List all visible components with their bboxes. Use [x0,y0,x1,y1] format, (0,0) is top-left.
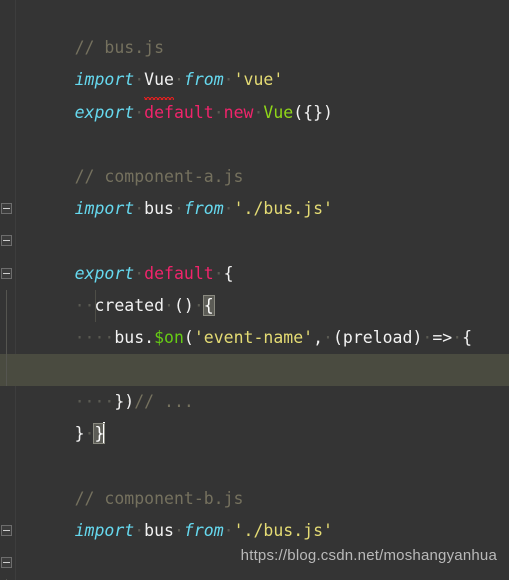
fold-rail [6,354,7,387]
indent-guide [95,289,96,322]
fold-marker-icon[interactable] [1,203,12,215]
fold-marker-icon[interactable] [1,557,12,569]
fold-marker-icon[interactable] [1,235,12,247]
code-line[interactable]: import·bus·from·'./bus.js' [0,483,509,540]
code-line[interactable]: import·bus·from·'./bus.js' [0,161,509,218]
fold-rail [6,289,7,322]
code-line[interactable]: ··created·()·{ [0,225,509,316]
code-line[interactable]: // bus.js [0,0,509,57]
code-line[interactable]: } [0,386,509,443]
code-line[interactable]: // component-a.js [0,129,509,186]
code-line[interactable]: ····bus.$on('event-name',·(preload)·=>·{ [0,258,509,347]
code-content[interactable]: // bus.js import·Vue·from·'vue' export·d… [0,0,509,580]
code-line[interactable]: ······// ... [0,289,509,411]
code-line[interactable]: export·default·new·Vue({}) [0,64,509,122]
watermark-url: https://blog.csdn.net/moshangyanhua [240,546,497,564]
fold-rail [6,321,7,355]
code-line[interactable]: // component-b.js [0,451,509,508]
fold-marker-icon[interactable] [1,267,12,279]
code-line-blank[interactable] [0,418,509,450]
code-line-current[interactable]: ··} [0,354,509,445]
code-line[interactable]: ····}) [0,321,509,411]
code-line[interactable]: import·Vue·from·'vue' [0,32,509,100]
code-editor[interactable]: // bus.js import·Vue·from·'vue' export·d… [0,0,509,580]
code-line[interactable]: export·default·{ [0,193,509,283]
fold-marker-icon[interactable] [1,525,12,536]
code-line-blank[interactable] [0,97,509,129]
